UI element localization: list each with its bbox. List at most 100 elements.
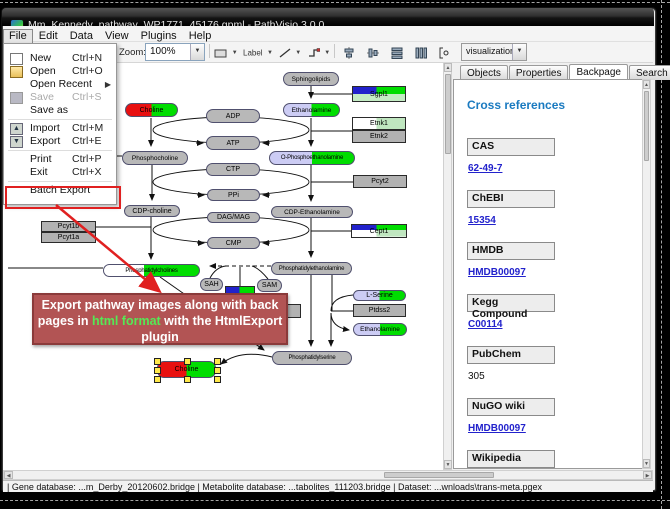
file-menu-item-save: SaveCtrl+S (4, 91, 116, 104)
menu-data[interactable]: Data (64, 29, 99, 44)
visualization-value: visualization (466, 46, 515, 56)
node-etnk2[interactable]: Etnk2 (352, 130, 406, 143)
chevron-down-icon[interactable]: ▼ (232, 50, 238, 56)
file-menu-item-open-recent[interactable]: Open Recent▶ (4, 78, 116, 91)
label-button[interactable]: Label ▼ (241, 43, 275, 61)
tab-search[interactable]: Search (629, 65, 670, 80)
menu-plugins[interactable]: Plugins (135, 29, 183, 44)
title-bar[interactable]: Mm_Kennedy_pathway_WP1771_45176.gpml - P… (2, 8, 654, 26)
crossref-section-chebi: ChEBI15354 (467, 190, 642, 242)
crossref-value[interactable]: 62-49-7 (468, 163, 502, 174)
file-menu-item-new[interactable]: NewCtrl+N (4, 52, 116, 65)
chevron-down-icon[interactable]: ▼ (324, 50, 330, 56)
crossref-section-nugo-wiki: NuGO wikiHMDB00097 (467, 398, 642, 450)
scroll-left-icon[interactable]: ◀ (4, 471, 13, 479)
selection-handle[interactable] (214, 358, 221, 365)
node-ctp[interactable]: CTP (206, 163, 260, 176)
scroll-up-icon[interactable]: ▲ (643, 80, 650, 89)
node-ethanolamine-top[interactable]: Ethanolamine (283, 103, 340, 117)
visualization-combobox[interactable]: visualization ▼ (461, 43, 527, 61)
selection-button[interactable] (435, 43, 455, 61)
node-pcyt1b[interactable]: Pcyt1b (41, 221, 96, 232)
line-button[interactable]: ▼ (277, 43, 303, 61)
selection-handle[interactable] (214, 367, 221, 374)
datanode-button[interactable]: ▼ (213, 43, 239, 61)
menu-edit[interactable]: Edit (33, 29, 64, 44)
menu-view[interactable]: View (99, 29, 135, 44)
selection-handle[interactable] (154, 376, 161, 383)
menu-item-label: New (30, 52, 51, 65)
node-cdp-choline[interactable]: CDP-choline (124, 205, 180, 217)
distribute-vertical-button[interactable] (387, 43, 407, 61)
chevron-down-icon[interactable]: ▼ (190, 44, 204, 60)
node-dag-mag[interactable]: DAG/MAG (207, 212, 260, 223)
scroll-up-icon[interactable]: ▲ (444, 63, 452, 72)
node-sam[interactable]: SAM (257, 279, 282, 292)
node-phosphatidylethanolamine[interactable]: Phosphatidylethanolamine (271, 262, 352, 275)
scrollbar-thumb[interactable] (445, 74, 451, 154)
zoom-combobox[interactable]: 100% ▼ (145, 43, 205, 61)
node-ptdss2[interactable]: Ptdss2 (353, 304, 406, 317)
node-choline-top[interactable]: Choline (125, 103, 178, 117)
node-sah[interactable]: SAH (200, 278, 223, 291)
file-menu-item-export[interactable]: ▼ExportCtrl+E (4, 135, 116, 148)
panel-vertical-scrollbar[interactable]: ▲ ▼ (642, 79, 651, 469)
selection-handle[interactable] (154, 358, 161, 365)
align-center-vertical-button[interactable] (339, 43, 359, 61)
tab-properties[interactable]: Properties (509, 65, 569, 80)
menu-help[interactable]: Help (183, 29, 218, 44)
crossref-source-header: Wikipedia (467, 450, 555, 468)
selection-handle[interactable] (154, 367, 161, 374)
node-etnk1[interactable]: Etnk1 (352, 117, 406, 130)
canvas-horizontal-scrollbar[interactable]: ◀ ▶ (3, 470, 653, 480)
selection-handle[interactable] (184, 376, 191, 383)
node-cdp-ethanolamine[interactable]: CDP-Ethanolamine (271, 206, 353, 218)
crossref-section-hmdb: HMDBHMDB00097 (467, 242, 642, 294)
screenshot-border-top (0, 2, 670, 3)
node-atp[interactable]: ATP (206, 136, 260, 150)
node-phosphatidylcholines[interactable]: Phosphatidylcholines (103, 264, 200, 277)
selection-handle[interactable] (184, 358, 191, 365)
scroll-right-icon[interactable]: ▶ (643, 471, 652, 479)
tab-objects[interactable]: Objects (460, 65, 508, 80)
node-sphingolipids[interactable]: Sphingolipids (283, 72, 339, 86)
file-menu-item-open[interactable]: OpenCtrl+O (4, 65, 116, 78)
node-o-phosphoethanolamine[interactable]: O-Phosphoethanolamine (269, 151, 355, 165)
node-pcyt2[interactable]: Pcyt2 (353, 175, 407, 188)
node-adp[interactable]: ADP (206, 109, 260, 123)
distribute-horizontal-icon (415, 44, 427, 61)
align-center-horizontal-button[interactable] (363, 43, 383, 61)
backpage-panel: Cross references CAS62-49-7ChEBI15354HMD… (453, 79, 643, 469)
save-icon (10, 92, 23, 104)
scroll-down-icon[interactable]: ▼ (444, 460, 452, 469)
node-sgpl1[interactable]: Sgpl1 (352, 86, 406, 102)
connector-button[interactable]: ▼ (305, 43, 333, 61)
status-bar: | Gene database: ...m_Derby_20120602.bri… (3, 480, 653, 492)
node-cmp[interactable]: CMP (207, 237, 260, 249)
chevron-down-icon[interactable]: ▼ (512, 44, 526, 60)
file-menu-item-import[interactable]: ▲ImportCtrl+M (4, 122, 116, 135)
scroll-down-icon[interactable]: ▼ (643, 459, 650, 468)
node-ppi[interactable]: PPi (207, 189, 260, 201)
crossref-value[interactable]: HMDB00097 (468, 267, 526, 278)
file-menu-item-save-as[interactable]: Save as (4, 104, 116, 117)
node-pcyt1a[interactable]: Pcyt1a (41, 232, 96, 243)
scrollbar-thumb[interactable] (384, 472, 494, 478)
chevron-down-icon[interactable]: ▼ (267, 50, 273, 56)
file-menu-item-exit[interactable]: ExitCtrl+X (4, 166, 116, 179)
node-phosphocholine[interactable]: Phosphocholine (122, 151, 188, 165)
node-cept1[interactable]: Cept1 (351, 224, 407, 238)
node-ethanolamine-bottom[interactable]: Ethanolamine (353, 323, 407, 336)
selection-handle[interactable] (214, 376, 221, 383)
node-l-serine[interactable]: L-Serine (353, 290, 406, 301)
distribute-horizontal-button[interactable] (411, 43, 431, 61)
chevron-down-icon[interactable]: ▼ (295, 50, 301, 56)
crossref-value[interactable]: 15354 (468, 215, 496, 226)
scrollbar-thumb[interactable] (644, 91, 649, 161)
crossref-value[interactable]: C00114 (468, 319, 502, 330)
node-phosphatidylserine[interactable]: Phosphatidylserine (272, 351, 352, 365)
pathway-edge (331, 295, 353, 311)
crossref-value[interactable]: HMDB00097 (468, 423, 526, 434)
canvas-vertical-scrollbar[interactable]: ▲ ▼ (443, 62, 452, 470)
file-menu-item-print[interactable]: PrintCtrl+P (4, 153, 116, 166)
